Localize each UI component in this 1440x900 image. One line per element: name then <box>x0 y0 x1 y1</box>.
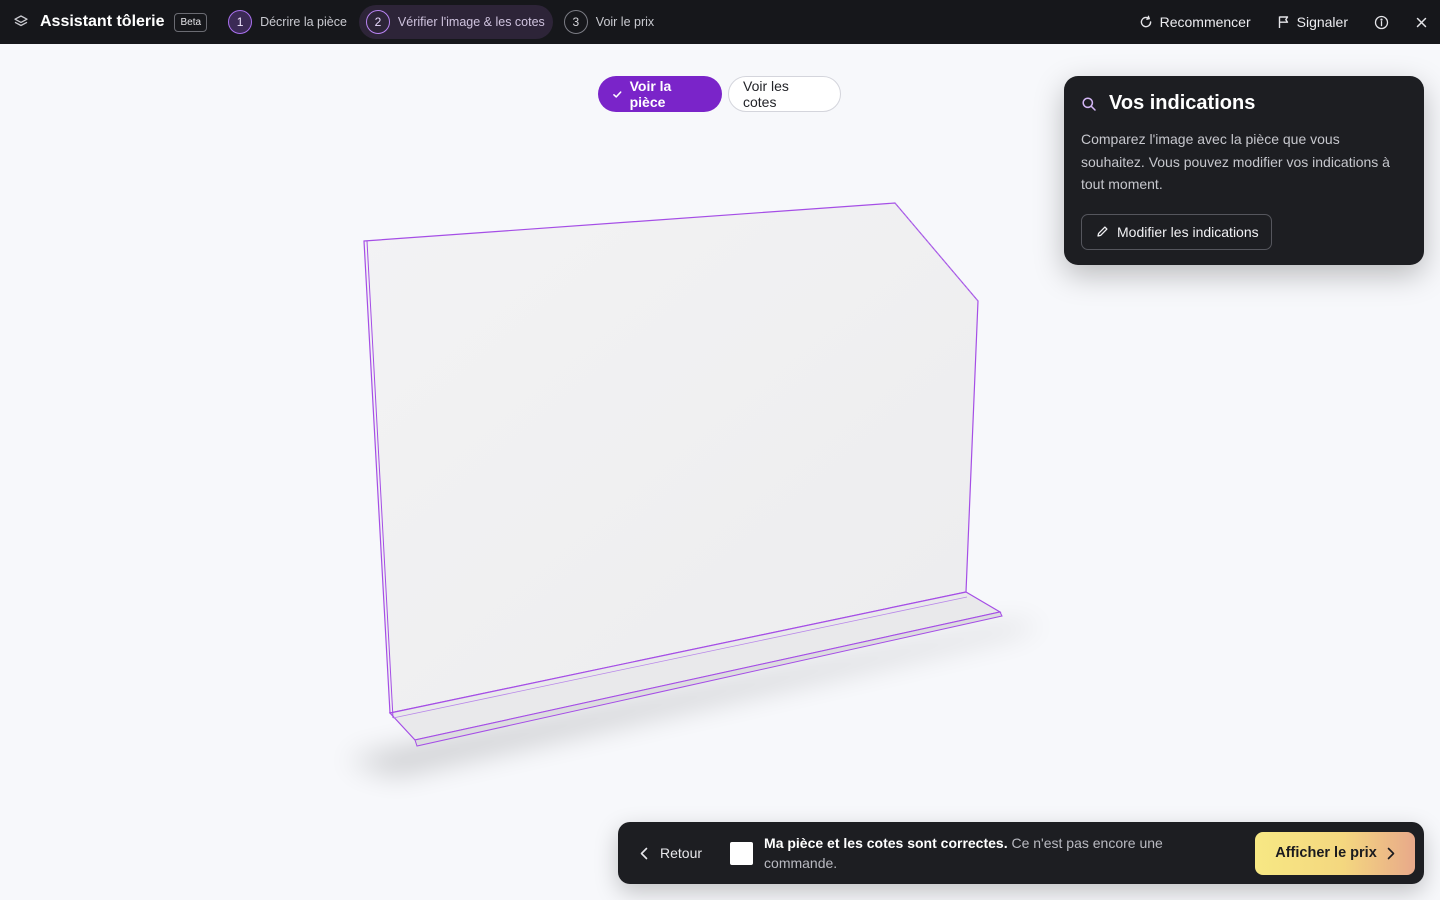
show-price-button[interactable]: Afficher le prix <box>1255 831 1415 875</box>
indications-title: Vos indications <box>1109 92 1256 114</box>
confirm-bold-text: Ma pièce et les cotes sont correctes. <box>764 835 1008 851</box>
confirm-bar: Retour Ma pièce et les cotes sont correc… <box>618 822 1424 884</box>
indications-panel: Vos indications Comparez l'image avec la… <box>1064 76 1424 265</box>
chevron-left-icon <box>640 847 648 859</box>
edit-indications-button[interactable]: Modifier les indications <box>1081 213 1272 250</box>
pencil-icon <box>1097 226 1108 237</box>
indications-text: Comparez l'image avec la pièce que vous … <box>1081 131 1390 192</box>
show-price-label: Afficher le prix <box>1275 845 1377 861</box>
search-icon <box>1082 96 1096 111</box>
indications-header: Vos indications <box>1081 92 1407 115</box>
confirm-checkbox[interactable] <box>730 841 754 865</box>
back-button[interactable]: Retour <box>640 845 702 861</box>
confirm-text: Ma pièce et les cotes sont correctes. Ce… <box>764 833 1219 873</box>
chevron-right-icon <box>1387 847 1395 859</box>
edit-indications-label: Modifier les indications <box>1117 223 1259 240</box>
back-label: Retour <box>660 845 703 861</box>
